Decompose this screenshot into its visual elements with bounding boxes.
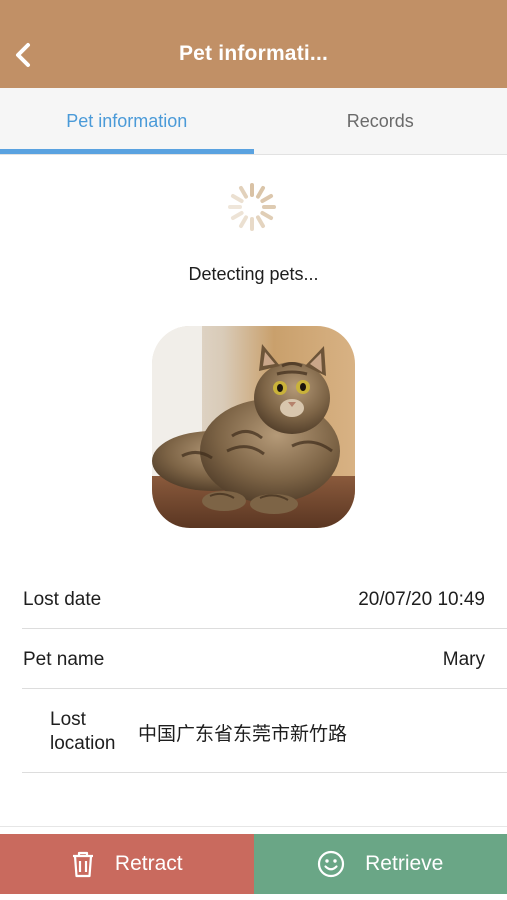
lost-date-label: Lost date [23,589,102,610]
pet-photo [152,326,355,528]
action-bar: Retract Retrieve [0,834,507,894]
top-bar: Pet informati... [0,0,507,88]
retract-button[interactable]: Retract [0,834,254,894]
retrieve-label: Retrieve [365,852,444,875]
lost-location-label: Lost location [50,709,116,754]
pet-name-row: Pet name Mary [22,629,507,689]
active-tab-indicator [0,149,254,154]
lost-location-row: Lost location 中国广东省东莞市新竹路 [22,689,507,773]
loading-spinner-icon [228,183,276,231]
retrieve-button[interactable]: Retrieve [253,834,507,894]
tab-pet-information[interactable]: Pet information [0,88,254,154]
lost-date-value: 20/07/20 10:49 [358,589,485,610]
pet-name-value: Mary [442,649,485,670]
smiley-icon [318,850,345,878]
trash-icon [72,851,93,878]
tab-records[interactable]: Records [254,88,507,154]
detecting-status-text: Detecting pets... [188,264,319,284]
tab-bar: Pet information Records [0,88,507,155]
lost-location-value: 中国广东省东莞市新竹路 [138,724,348,745]
pet-name-label: Pet name [23,649,105,670]
lost-date-row: Lost date 20/07/20 10:49 [22,570,507,629]
divider [0,826,507,827]
page-title: Pet informati... [178,42,329,65]
tabby-cat-photo [152,326,355,528]
retract-label: Retract [114,852,183,875]
